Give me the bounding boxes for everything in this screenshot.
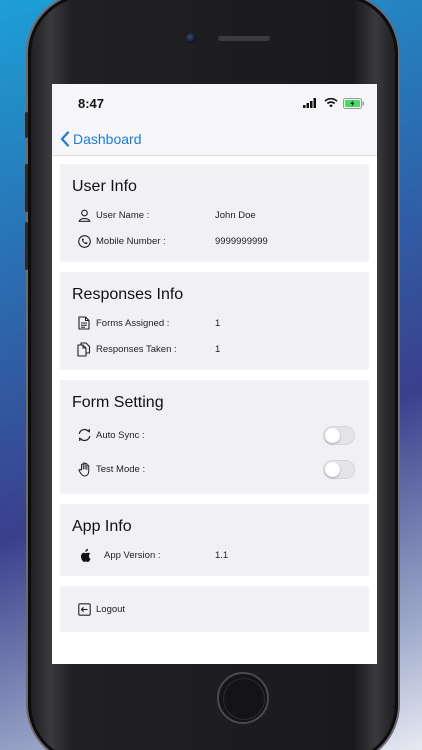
forms-assigned-label: Forms Assigned : <box>96 317 170 329</box>
hand-icon <box>76 461 92 477</box>
status-bar: 8:47 <box>52 84 377 122</box>
wifi-icon <box>324 98 338 108</box>
auto-sync-row: Auto Sync : <box>72 418 357 452</box>
form-setting-card: Form Setting Auto Sync : Test Mode : <box>60 380 369 494</box>
user-name-value: John Doe <box>215 209 256 221</box>
earpiece-speaker <box>218 36 270 41</box>
back-button-label: Dashboard <box>73 130 142 147</box>
volume-up-button <box>25 164 28 212</box>
app-version-label: App Version : <box>104 549 161 561</box>
user-name-label: User Name : <box>96 209 150 221</box>
responses-info-card: Responses Info Forms Assigned : 1 Respon… <box>60 272 369 370</box>
battery-charging-icon <box>343 97 364 109</box>
home-button[interactable] <box>217 672 269 724</box>
settings-content: User Info User Name : John Doe Mobile Nu… <box>52 156 377 632</box>
logout-icon <box>76 601 92 617</box>
app-screen: 8:47 Dashboard User Info User Name: Joh… <box>52 84 377 664</box>
auto-sync-toggle[interactable] <box>323 425 355 445</box>
user-name-row: User Name : John Doe <box>72 202 357 228</box>
sync-icon <box>76 427 92 443</box>
mobile-number-label: Mobile Number : <box>96 235 166 247</box>
status-time: 8:47 <box>78 95 105 111</box>
documents-icon <box>76 341 92 357</box>
auto-sync-label: Auto Sync : <box>96 429 145 441</box>
user-info-title: User Info <box>72 178 137 195</box>
apple-icon <box>76 547 92 563</box>
logout-button[interactable]: Logout <box>72 596 357 622</box>
chevron-left-icon <box>60 130 70 147</box>
navigation-bar: Dashboard <box>52 122 377 156</box>
logout-card: Logout <box>60 586 369 632</box>
app-version-row: App Version : 1.1 <box>72 542 357 568</box>
cellular-signal-icon <box>303 98 316 108</box>
mobile-number-value: 9999999999 <box>215 235 268 247</box>
responses-taken-value: 1 <box>215 343 221 355</box>
person-icon <box>76 207 92 223</box>
logout-label: Logout <box>96 603 126 615</box>
test-mode-row: Test Mode : <box>72 452 357 486</box>
back-button[interactable]: Dashboard <box>60 131 142 147</box>
responses-taken-label: Responses Taken : <box>96 343 177 355</box>
status-icons <box>303 97 365 109</box>
user-info-card: User Info User Name : John Doe Mobile Nu… <box>60 164 369 262</box>
test-mode-label: Test Mode : <box>96 463 146 475</box>
responses-taken-row: Responses Taken : 1 <box>72 336 357 362</box>
phone-icon <box>76 233 92 249</box>
forms-assigned-value: 1 <box>215 317 221 329</box>
front-camera <box>186 33 196 43</box>
mobile-number-row: Mobile Number : 9999999999 <box>72 228 357 254</box>
document-icon <box>76 315 92 331</box>
responses-info-title: Responses Info <box>72 286 184 303</box>
app-info-card: App Info App Version : 1.1 <box>60 504 369 576</box>
volume-down-button <box>25 222 28 270</box>
side-button <box>25 112 28 138</box>
app-info-title: App Info <box>72 518 132 535</box>
forms-assigned-row: Forms Assigned : 1 <box>72 310 357 336</box>
form-setting-title: Form Setting <box>72 394 164 411</box>
app-version-value: 1.1 <box>215 549 229 561</box>
test-mode-toggle[interactable] <box>323 459 355 479</box>
